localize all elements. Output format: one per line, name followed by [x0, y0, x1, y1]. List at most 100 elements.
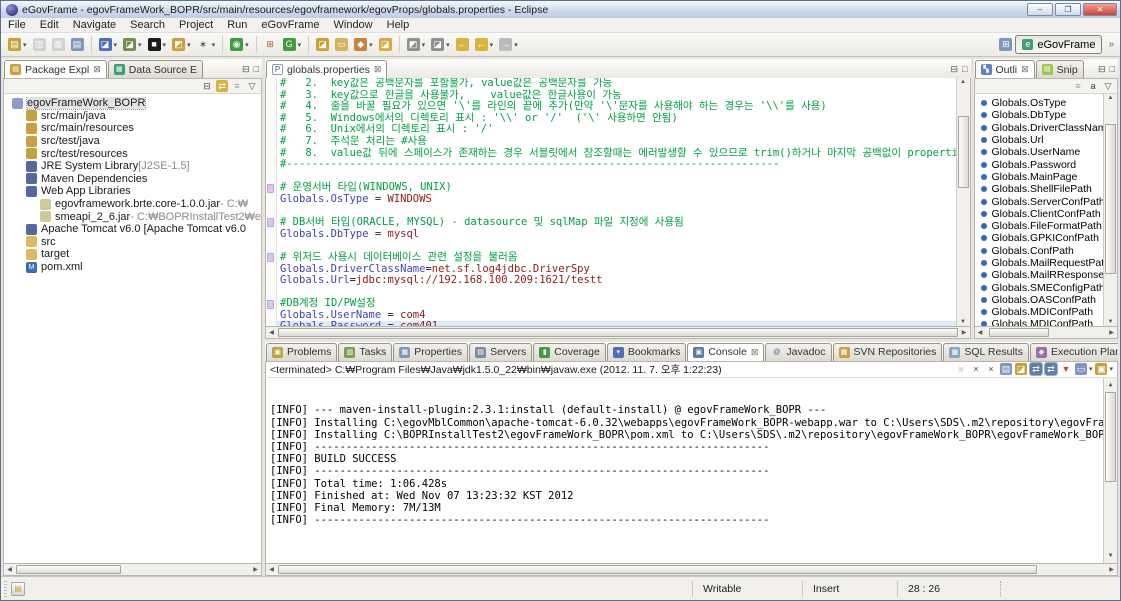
open-egov-resource-button[interactable]: ◪	[314, 35, 331, 54]
collapse-all-icon[interactable]: ⊟	[201, 80, 213, 92]
outline-item[interactable]: Globals.MailRResponsePa	[975, 269, 1117, 281]
scroll-thumb[interactable]	[1105, 124, 1116, 274]
menu-project[interactable]: Project	[172, 18, 220, 32]
scroll-thumb[interactable]	[278, 565, 1037, 574]
outline-item[interactable]: Globals.ShellFilePath	[975, 183, 1117, 195]
outline-item[interactable]: Globals.Url	[975, 134, 1117, 146]
outline-hscrollbar[interactable]: ◀ ▶	[974, 327, 1118, 339]
console-vscrollbar[interactable]: ▲ ▼	[1103, 378, 1117, 563]
egov-refresh-button[interactable]: G▾	[281, 35, 304, 54]
outline-item[interactable]: Globals.OASConfPath	[975, 294, 1117, 306]
egov-db-support-button[interactable]: ◪▾	[121, 35, 144, 54]
view-menu-icon[interactable]: ▽	[246, 80, 258, 92]
scroll-thumb[interactable]	[989, 328, 1049, 337]
display-selected-console-icon[interactable]: ▭	[1075, 363, 1087, 375]
bottom-tab-servers[interactable]: ▤Servers	[469, 343, 532, 361]
tree-item-web-app-libraries[interactable]: Web App Libraries	[4, 185, 261, 198]
forward-button[interactable]: →▾	[497, 35, 520, 54]
egov-editor-button[interactable]: ◩▾	[170, 35, 193, 54]
egov-command-button[interactable]: ∗▾	[195, 35, 218, 54]
menu-run[interactable]: Run	[220, 18, 254, 32]
tab-close-icon[interactable]: ⊠	[751, 347, 759, 358]
editor-tab-globals-properties[interactable]: P globals.properties ⊠	[266, 60, 387, 78]
view-tab-outli[interactable]: ▚Outli⊠	[975, 60, 1035, 78]
pin-console-icon[interactable]: ▼	[1060, 363, 1072, 375]
dropdown-arrow-icon[interactable]: ▾	[369, 41, 373, 49]
view-tab-snip[interactable]: ▤Snip	[1036, 60, 1084, 78]
menu-window[interactable]: Window	[327, 18, 380, 32]
editor-line[interactable]: Globals.Url=jdbc:mysql://192.168.100.209…	[280, 275, 969, 287]
dropdown-arrow-icon[interactable]: ▾	[298, 41, 302, 49]
bottom-tab-execution-plan[interactable]: ◆Execution Plan	[1030, 343, 1118, 361]
scroll-thumb[interactable]	[1105, 392, 1116, 482]
package-explorer-hscrollbar[interactable]: ◀ ▶	[3, 564, 262, 576]
editor-line[interactable]	[280, 287, 969, 299]
print-button[interactable]: ▤	[69, 35, 86, 54]
view-tab-data-source-e[interactable]: ▦Data Source E	[108, 60, 203, 78]
outline-item[interactable]: Globals.Password	[975, 158, 1117, 170]
egov-code-gen-button[interactable]: ◪▾	[97, 35, 120, 54]
dropdown-arrow-icon[interactable]: ▾	[1109, 365, 1113, 373]
outline-item[interactable]: Globals.ConfPath	[975, 245, 1117, 257]
view-menu-icon[interactable]: ▽	[1102, 80, 1114, 92]
editor-body[interactable]: # 2. key값은 공백문자를 포함불가, value값은 공백문자를 가능#…	[265, 78, 970, 327]
outline-item[interactable]: Globals.MainPage	[975, 171, 1117, 183]
tree-item-src-main-java[interactable]: src/main/java	[4, 110, 261, 123]
dropdown-arrow-icon[interactable]: ▾	[187, 41, 191, 49]
outline-item[interactable]: Globals.MDIConfPath	[975, 306, 1117, 318]
focus-on-active-task-icon[interactable]: ≡	[231, 80, 243, 92]
editor-line[interactable]: #---------------------------------------…	[280, 159, 969, 171]
open-folder-button[interactable]: ▭	[333, 35, 350, 54]
editor-hscrollbar[interactable]: ◀ ▶	[265, 327, 970, 339]
outline-item[interactable]: Globals.MailRequestPath	[975, 257, 1117, 269]
tree-item-pom-xml[interactable]: Mpom.xml	[4, 261, 261, 274]
console-hscrollbar[interactable]: ◀ ▶	[265, 564, 1118, 576]
bottom-tab-tasks[interactable]: ▥Tasks	[338, 343, 392, 361]
dropdown-arrow-icon[interactable]: ▾	[114, 41, 118, 49]
bottom-tab-properties[interactable]: ▦Properties	[393, 343, 468, 361]
open-console-icon[interactable]: ▣	[1095, 363, 1107, 375]
bottom-tab-sql-results[interactable]: ▦SQL Results	[943, 343, 1029, 361]
editor-text[interactable]: # 2. key값은 공백문자를 포함불가, value값은 공백문자를 가능#…	[277, 78, 969, 326]
egov-table-button[interactable]: ⊞	[262, 35, 279, 54]
tree-item-maven-dependencies[interactable]: Maven Dependencies	[4, 173, 261, 186]
perspective-overflow[interactable]: »	[1108, 39, 1114, 50]
tree-item-src[interactable]: src	[4, 236, 261, 249]
bottom-tab-svn-repositories[interactable]: ▦SVN Repositories	[833, 343, 943, 361]
last-edit-location-button[interactable]: ←	[454, 35, 471, 54]
outline-item[interactable]: Globals.MDIConfPath	[975, 318, 1117, 327]
tab-close-icon[interactable]: ⊠	[93, 64, 101, 75]
dropdown-arrow-icon[interactable]: ▾	[1089, 365, 1093, 373]
bottom-tab-coverage[interactable]: ▮Coverage	[533, 343, 606, 361]
menu-help[interactable]: Help	[380, 18, 417, 32]
console-output[interactable]: [INFO] --- maven-install-plugin:2.3.1:in…	[265, 377, 1118, 564]
maximize-view-icon[interactable]: □	[962, 64, 967, 75]
open-perspective-icon[interactable]: ⊞	[999, 38, 1012, 51]
maximize-view-icon[interactable]: □	[254, 64, 259, 75]
run-external-tools-button[interactable]: ◉▾	[228, 35, 251, 54]
bottom-tab-problems[interactable]: ▣Problems	[266, 343, 337, 361]
outline-item[interactable]: Globals.SMEConfigPath	[975, 281, 1117, 293]
tree-item-src-main-resources[interactable]: src/main/resources	[4, 122, 261, 135]
tree-item-src-test-java[interactable]: src/test/java	[4, 135, 261, 148]
egov-launch-button[interactable]: ◆▾	[352, 35, 375, 54]
tree-item-egovframework-bopr[interactable]: egovFrameWork_BOPR	[4, 97, 261, 110]
menu-edit[interactable]: Edit	[33, 18, 66, 32]
scroll-thumb[interactable]	[278, 328, 957, 337]
outline-item[interactable]: Globals.DriverClassName	[975, 122, 1117, 134]
tree-item-egovframework-brte-core-1-0-0-jar[interactable]: egovframework.brte.core-1.0.0.jar - C:₩	[4, 198, 261, 211]
save-all-button[interactable]: ▦	[50, 35, 67, 54]
editor-vscrollbar[interactable]: ▲ ▼	[956, 78, 970, 326]
editor-current-line[interactable]: Globals.Password = com401	[277, 321, 969, 325]
outline-vscrollbar[interactable]: ▲ ▼	[1103, 94, 1117, 326]
egov-console-button[interactable]: ■▾	[146, 35, 169, 54]
editor-line[interactable]: Globals.DbType = mysql	[280, 229, 969, 241]
new-wizard-button[interactable]: ▤▾	[6, 35, 29, 54]
bottom-tab-javadoc[interactable]: @Javadoc	[765, 343, 831, 361]
dropdown-arrow-icon[interactable]: ▾	[490, 41, 494, 49]
back-button[interactable]: ←▾	[473, 35, 496, 54]
show-stdout-when-changed-icon[interactable]: ⇄	[1030, 363, 1042, 375]
minimize-button[interactable]: –	[1027, 3, 1053, 16]
view-tab-package-expl[interactable]: ▤Package Expl⊠	[4, 60, 107, 78]
sort-icon[interactable]: a	[1087, 80, 1099, 92]
